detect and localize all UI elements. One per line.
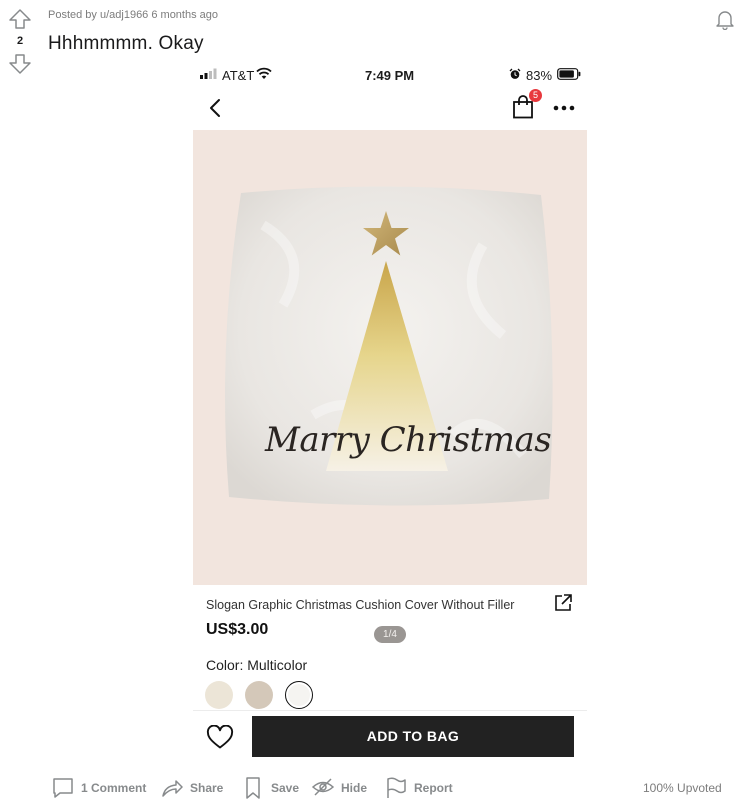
wifi-icon: [256, 67, 272, 79]
clock-time: 7:49 PM: [365, 68, 415, 83]
product-image[interactable]: Marry Christmas 1/4: [193, 130, 587, 643]
report-label: Report: [414, 781, 453, 795]
cart-count-badge: 5: [529, 89, 542, 102]
product-price: US$3.00: [206, 621, 269, 638]
color-label: Color: Multicolor: [206, 657, 308, 673]
battery-icon: [557, 68, 581, 80]
vote-score: 2: [16, 35, 24, 47]
battery-percent: 83%: [526, 68, 553, 83]
share-arrow-icon: [162, 780, 183, 797]
bell-icon[interactable]: [714, 8, 736, 30]
color-swatch-3-selected[interactable]: [285, 681, 313, 709]
comment-label: 1 Comment: [81, 781, 147, 795]
color-swatch-2[interactable]: [245, 681, 273, 709]
signal-icon: [200, 68, 217, 79]
post-image[interactable]: AT&T 7:49 PM 83% 5 Marry Christmas 1/4 S…: [193, 60, 587, 760]
comment-icon: [53, 778, 73, 798]
cushion-slogan: Marry Christmas: [265, 420, 552, 460]
downvote-button[interactable]: [8, 53, 32, 75]
post-meta: Posted by u/adj1966 6 months ago: [48, 9, 219, 21]
cushion-illustration: [225, 186, 553, 506]
eye-slash-icon: [312, 778, 334, 796]
back-chevron-icon[interactable]: [207, 97, 223, 119]
image-counter: 1/4: [374, 626, 406, 643]
product-name: Slogan Graphic Christmas Cushion Cover W…: [206, 598, 515, 612]
hide-label: Hide: [341, 781, 368, 795]
flag-icon: [387, 777, 406, 798]
carrier-name: AT&T: [222, 68, 255, 83]
upvote-button[interactable]: [8, 8, 32, 30]
upvote-ratio: 100% Upvoted: [643, 781, 722, 795]
share-external-icon[interactable]: [553, 593, 573, 613]
divider: [193, 710, 587, 711]
phone-status-bar: AT&T 7:49 PM 83%: [193, 60, 587, 90]
color-swatch-1[interactable]: [205, 681, 233, 709]
share-label: Share: [190, 781, 224, 795]
bookmark-icon: [246, 777, 260, 799]
post-title[interactable]: Hhhmmmm. Okay: [48, 33, 204, 55]
save-label: Save: [271, 781, 300, 795]
more-options-icon[interactable]: [553, 105, 575, 111]
add-to-bag-button[interactable]: ADD TO BAG: [252, 716, 574, 757]
vote-column: 2: [8, 8, 32, 75]
alarm-icon: [509, 68, 521, 79]
heart-icon[interactable]: [206, 725, 234, 750]
